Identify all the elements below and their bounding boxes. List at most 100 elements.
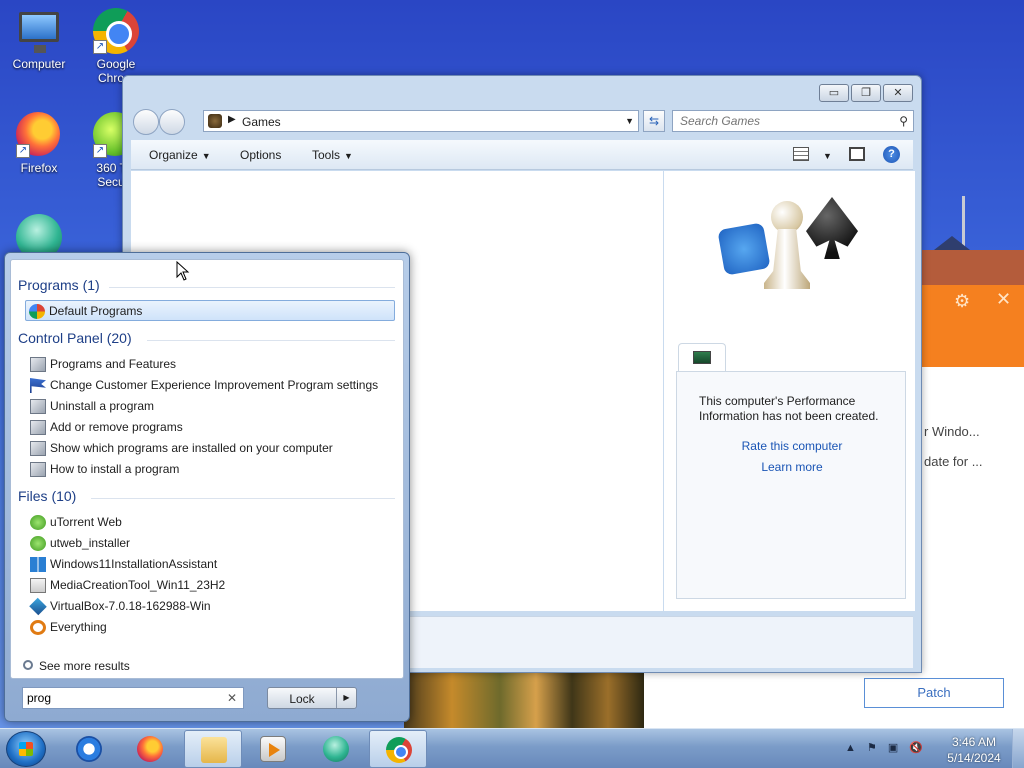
organize-label: Organize [149, 148, 198, 162]
windows-icon [30, 557, 46, 572]
desktop-icon-label: Firefox [20, 161, 58, 175]
close-icon[interactable]: ✕ [996, 289, 1011, 310]
result-everything[interactable]: Everything [27, 617, 397, 638]
search-icon [23, 660, 33, 670]
taskbar-media-player[interactable] [244, 730, 302, 768]
rate-computer-link[interactable]: Rate this computer [677, 439, 907, 453]
utorrent-icon [30, 515, 46, 530]
learn-more-link[interactable]: Learn more [677, 460, 907, 474]
result-win11-assistant[interactable]: Windows11InstallationAssistant [27, 554, 397, 575]
taskbar: ▲ ⚑ ▣ 🔇 3:46 AM 5/14/2024 [0, 728, 1024, 768]
start-search-input[interactable] [23, 688, 223, 708]
taskbar-cloud-app[interactable] [307, 730, 365, 768]
games-folder-icon [208, 114, 222, 128]
result-label: Show which programs are installed on you… [50, 441, 333, 455]
firefox-icon [137, 736, 163, 762]
system-clock[interactable]: 3:46 AM 5/14/2024 [944, 734, 1004, 766]
navigation-bar: ▶ Games ▼ ⇆ ⚲ [131, 108, 914, 135]
taskbar-chrome[interactable] [369, 730, 427, 768]
result-label: Change Customer Experience Improvement P… [50, 378, 379, 392]
taskbar-explorer[interactable] [184, 730, 242, 768]
background-photo [404, 672, 644, 728]
chevron-down-icon: ▼ [344, 151, 353, 161]
result-default-programs[interactable]: Default Programs [25, 300, 395, 321]
refresh-button[interactable]: ⇆ [643, 110, 665, 132]
breadcrumb[interactable]: Games [242, 115, 281, 129]
result-utorrent-web[interactable]: uTorrent Web [27, 512, 397, 533]
network-icon[interactable]: ▣ [888, 741, 898, 754]
view-dropdown[interactable]: ▼ [819, 148, 832, 162]
result-uninstall-program[interactable]: Uninstall a program [27, 396, 397, 417]
start-search-box[interactable]: ✕ [22, 687, 244, 709]
control-panel-icon [30, 441, 46, 456]
clear-search-icon[interactable]: ✕ [227, 691, 237, 705]
result-label: Uninstall a program [50, 399, 155, 413]
divider [91, 498, 395, 499]
help-icon[interactable]: ? [883, 146, 900, 163]
taskbar-ie[interactable] [60, 730, 118, 768]
result-media-creation-tool[interactable]: MediaCreationTool_Win11_23H2 [27, 575, 397, 596]
result-label: VirtualBox-7.0.18-162988-Win [50, 599, 211, 613]
divider [147, 340, 395, 341]
action-center-flag-icon[interactable]: ⚑ [867, 741, 877, 754]
result-customer-experience[interactable]: Change Customer Experience Improvement P… [27, 375, 397, 396]
mouse-cursor-icon [176, 261, 190, 281]
control-panel-icon [30, 462, 46, 477]
result-show-installed[interactable]: Show which programs are installed on you… [27, 438, 397, 459]
command-bar: Organize ▼ Options Tools ▼ ▼ ? [131, 140, 913, 170]
chevron-down-icon[interactable]: ▼ [625, 116, 634, 126]
control-panel-header[interactable]: Control Panel (20) [18, 330, 132, 346]
view-options-icon[interactable] [793, 147, 809, 161]
lock-button[interactable]: Lock ▶ [267, 687, 357, 709]
power-options-arrow-icon[interactable]: ▶ [336, 688, 356, 708]
minimize-button[interactable]: ▭ [819, 84, 849, 102]
programs-header[interactable]: Programs (1) [18, 277, 100, 293]
gear-icon[interactable]: ⚙ [954, 291, 970, 312]
window-controls: ▭ ❐ ✕ [819, 84, 913, 102]
start-button[interactable] [6, 731, 46, 767]
search-box[interactable]: ⚲ [672, 110, 914, 132]
tools-label: Tools [312, 148, 341, 162]
result-label: Windows11InstallationAssistant [50, 557, 218, 571]
show-desktop-button[interactable] [1012, 729, 1024, 768]
back-button[interactable] [133, 109, 159, 135]
details-pane: This computer's Performance Information … [664, 171, 915, 611]
performance-tab[interactable] [678, 343, 726, 371]
media-tool-icon [30, 578, 46, 593]
forward-button[interactable] [159, 109, 185, 135]
options-label: Options [240, 148, 282, 162]
breadcrumb-arrow-icon[interactable]: ▶ [228, 114, 236, 125]
lock-label: Lock [289, 692, 315, 706]
show-hidden-icons-icon[interactable]: ▲ [845, 742, 856, 754]
chevron-down-icon: ▼ [823, 151, 832, 161]
result-how-to-install[interactable]: How to install a program [27, 459, 397, 480]
result-programs-and-features[interactable]: Programs and Features [27, 354, 397, 375]
see-more-results-link[interactable]: See more results [23, 659, 130, 673]
tools-menu[interactable]: Tools ▼ [312, 148, 353, 162]
desktop-icon-chrome[interactable]: ↗ Google Chro... [80, 8, 152, 85]
search-input[interactable] [673, 111, 888, 131]
volume-muted-icon[interactable]: 🔇 [909, 741, 923, 754]
everything-icon [30, 620, 46, 635]
search-icon[interactable]: ⚲ [899, 114, 908, 128]
search-results-pane: Programs (1) Default Programs Control Pa… [10, 259, 404, 679]
folder-icon [201, 737, 227, 763]
files-header[interactable]: Files (10) [18, 488, 76, 504]
performance-panel: This computer's Performance Information … [676, 371, 906, 599]
performance-message: This computer's Performance Information … [699, 394, 879, 423]
maximize-button[interactable]: ❐ [851, 84, 881, 102]
result-virtualbox[interactable]: VirtualBox-7.0.18-162988-Win [27, 596, 397, 617]
result-add-remove-programs[interactable]: Add or remove programs [27, 417, 397, 438]
address-bar[interactable]: ▶ Games ▼ [203, 110, 639, 132]
chrome-icon: ↗ [93, 8, 139, 54]
taskbar-firefox[interactable] [121, 730, 179, 768]
result-label: Everything [50, 620, 107, 634]
close-button[interactable]: ✕ [883, 84, 913, 102]
organize-menu[interactable]: Organize ▼ [149, 148, 211, 162]
result-utweb-installer[interactable]: utweb_installer [27, 533, 397, 554]
desktop-icon-firefox[interactable]: ↗ Firefox [3, 112, 75, 175]
desktop-icon-computer[interactable]: Computer [3, 8, 75, 71]
patch-button[interactable]: Patch [864, 678, 1004, 708]
preview-pane-icon[interactable] [849, 147, 865, 161]
options-button[interactable]: Options [240, 148, 281, 162]
